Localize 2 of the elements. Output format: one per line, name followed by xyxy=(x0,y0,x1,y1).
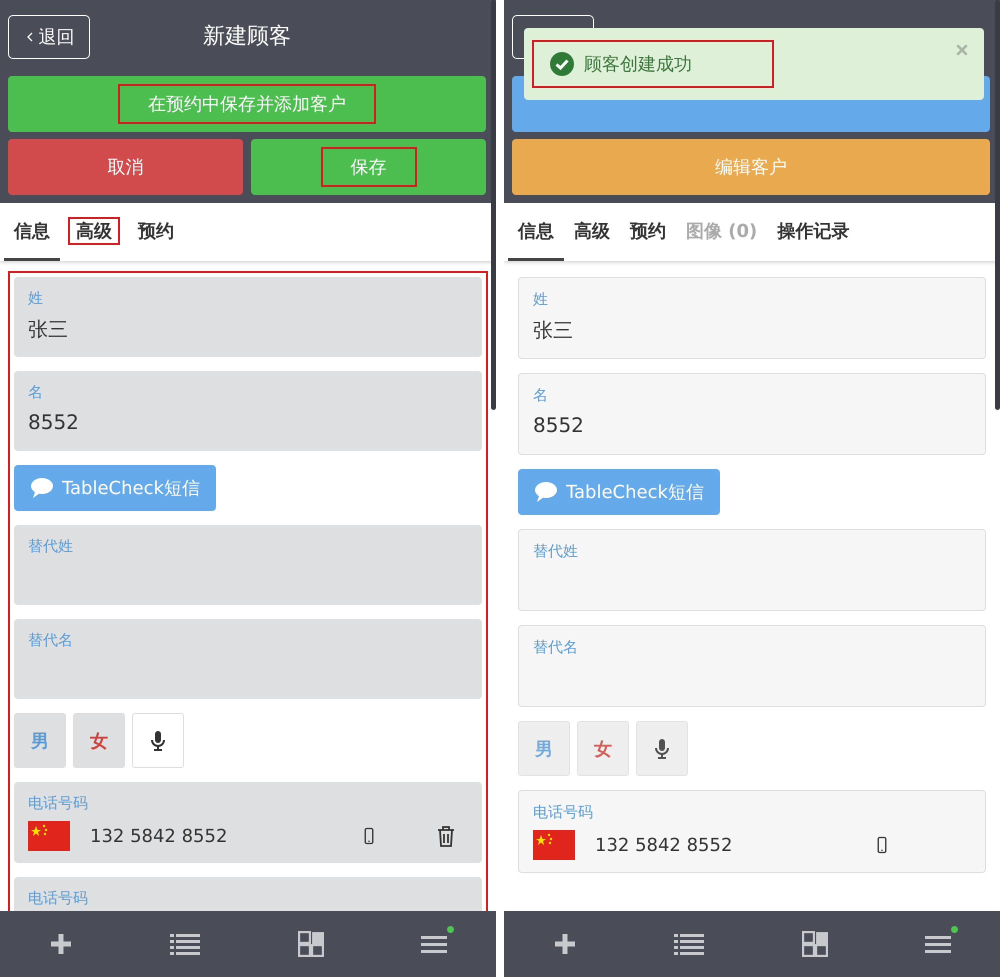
screen-title: 新建顾客 xyxy=(203,24,291,49)
toast-message: 顾客创建成功 xyxy=(584,53,692,76)
